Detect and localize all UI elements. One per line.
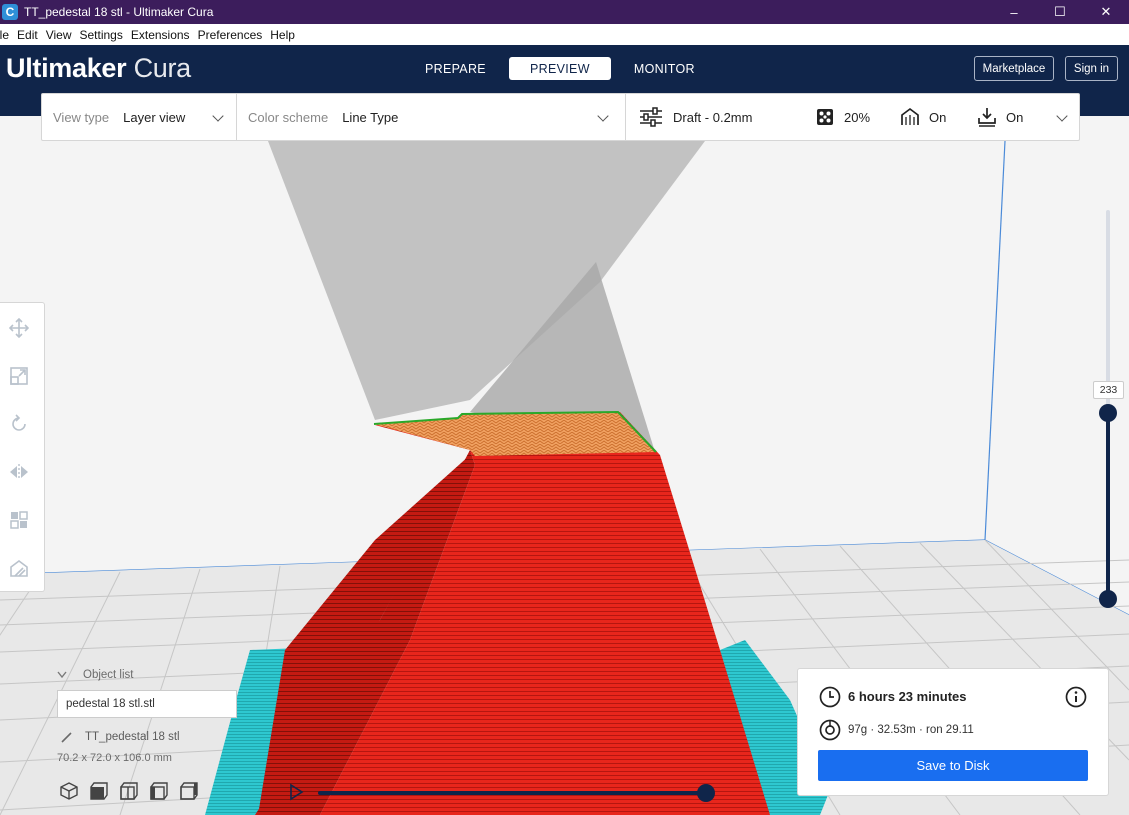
view-3d-icon[interactable] [58,780,80,802]
object-item-name: TT_pedestal 18 stl [85,731,180,743]
object-dimensions: 70.2 x 72.0 x 106.0 mm [57,752,172,764]
support-icon [900,107,920,127]
support-value: On [929,109,947,125]
view-type-value: Layer view [123,109,186,125]
print-settings-selector[interactable]: Draft - 0.2mm 20% On On [626,94,1079,140]
material-estimate: 97g · 32.53m · ron 29.11 [848,724,974,736]
menu-help[interactable]: Help [266,28,299,42]
marketplace-button[interactable]: Marketplace [974,56,1054,81]
play-simulation-icon[interactable] [287,783,305,801]
layer-slider-range [1106,413,1110,599]
print-time-estimate: 6 hours 23 minutes [848,689,967,704]
left-tool-panel [0,302,45,592]
stage-tabs: PREPARE PREVIEW MONITOR [408,57,712,80]
tab-preview[interactable]: PREVIEW [508,57,611,80]
save-to-disk-button[interactable]: Save to Disk [818,750,1088,781]
path-slider-handle[interactable] [697,784,715,802]
view-top-icon[interactable] [118,780,140,802]
clock-icon [819,686,841,713]
infill-icon [816,108,834,126]
per-model-settings-icon[interactable] [8,509,30,531]
move-tool-icon[interactable] [8,317,30,339]
menu-bar: ile Edit View Settings Extensions Prefer… [0,24,1129,45]
info-icon[interactable] [1065,686,1087,713]
view-type-selector[interactable]: View type Layer view [42,94,236,140]
color-scheme-value: Line Type [342,109,399,125]
view-front-icon[interactable] [88,780,110,802]
chevron-down-icon [57,671,67,679]
menu-preferences[interactable]: Preferences [194,28,267,42]
menu-extensions[interactable]: Extensions [127,28,194,42]
ultimaker-cura-logo: Ultimaker Cura [6,53,191,84]
spool-icon [819,719,841,746]
object-list-panel: Object list pedestal 18 stl.stl TT_pedes… [57,666,257,764]
view-settings-bar: View type Layer view Color scheme Line T… [41,93,1080,141]
mirror-tool-icon[interactable] [8,461,30,483]
view-right-icon[interactable] [178,780,200,802]
menu-settings[interactable]: Settings [76,28,127,42]
sign-in-button[interactable]: Sign in [1065,56,1118,81]
tab-prepare[interactable]: PREPARE [408,57,503,80]
object-list-toggle[interactable]: Object list [57,666,257,684]
layer-slider-upper-handle[interactable] [1099,404,1117,422]
view-left-icon[interactable] [148,780,170,802]
view-type-label: View type [53,109,110,125]
object-list-item[interactable]: TT_pedestal 18 stl [57,728,257,746]
close-button[interactable]: ✕ [1083,0,1129,24]
path-slider-track[interactable] [318,791,708,795]
tab-monitor[interactable]: MONITOR [617,57,712,80]
color-scheme-selector[interactable]: Color scheme Line Type [237,94,625,140]
color-scheme-label: Color scheme [248,109,329,125]
scale-tool-icon[interactable] [8,365,30,387]
infill-value: 20% [844,109,871,125]
pencil-icon [61,732,72,743]
logo-text-brand: Ultimaker [6,53,127,83]
logo-text-product: Cura [133,53,192,83]
adhesion-icon [977,107,997,127]
window-title: TT_pedestal 18 stl - Ultimaker Cura [24,5,214,19]
minimize-button[interactable]: – [991,0,1037,24]
rotate-tool-icon[interactable] [8,413,30,435]
print-information-panel: 6 hours 23 minutes 97g · 32.53m · ron 29… [797,668,1109,796]
chevron-down-icon [597,110,609,122]
profile-sliders-icon [639,107,663,127]
cura-app-icon: C [2,4,18,20]
chevron-down-icon [212,110,224,122]
maximize-button[interactable]: ☐ [1037,0,1083,24]
layer-slider-lower-handle[interactable] [1099,590,1117,608]
object-list-title: Object list [83,669,134,681]
view-orientation-controls [58,780,200,802]
menu-file[interactable]: ile [0,28,13,42]
chevron-down-icon [1056,110,1068,122]
window-title-bar: C TT_pedestal 18 stl - Ultimaker Cura – … [0,0,1129,24]
menu-edit[interactable]: Edit [13,28,42,42]
adhesion-value: On [1006,109,1024,125]
profile-value: Draft - 0.2mm [673,109,753,125]
support-blocker-icon[interactable] [8,557,30,579]
menu-view[interactable]: View [42,28,76,42]
object-name-field[interactable]: pedestal 18 stl.stl [57,690,237,718]
layer-number-field[interactable]: 233 [1093,381,1124,399]
